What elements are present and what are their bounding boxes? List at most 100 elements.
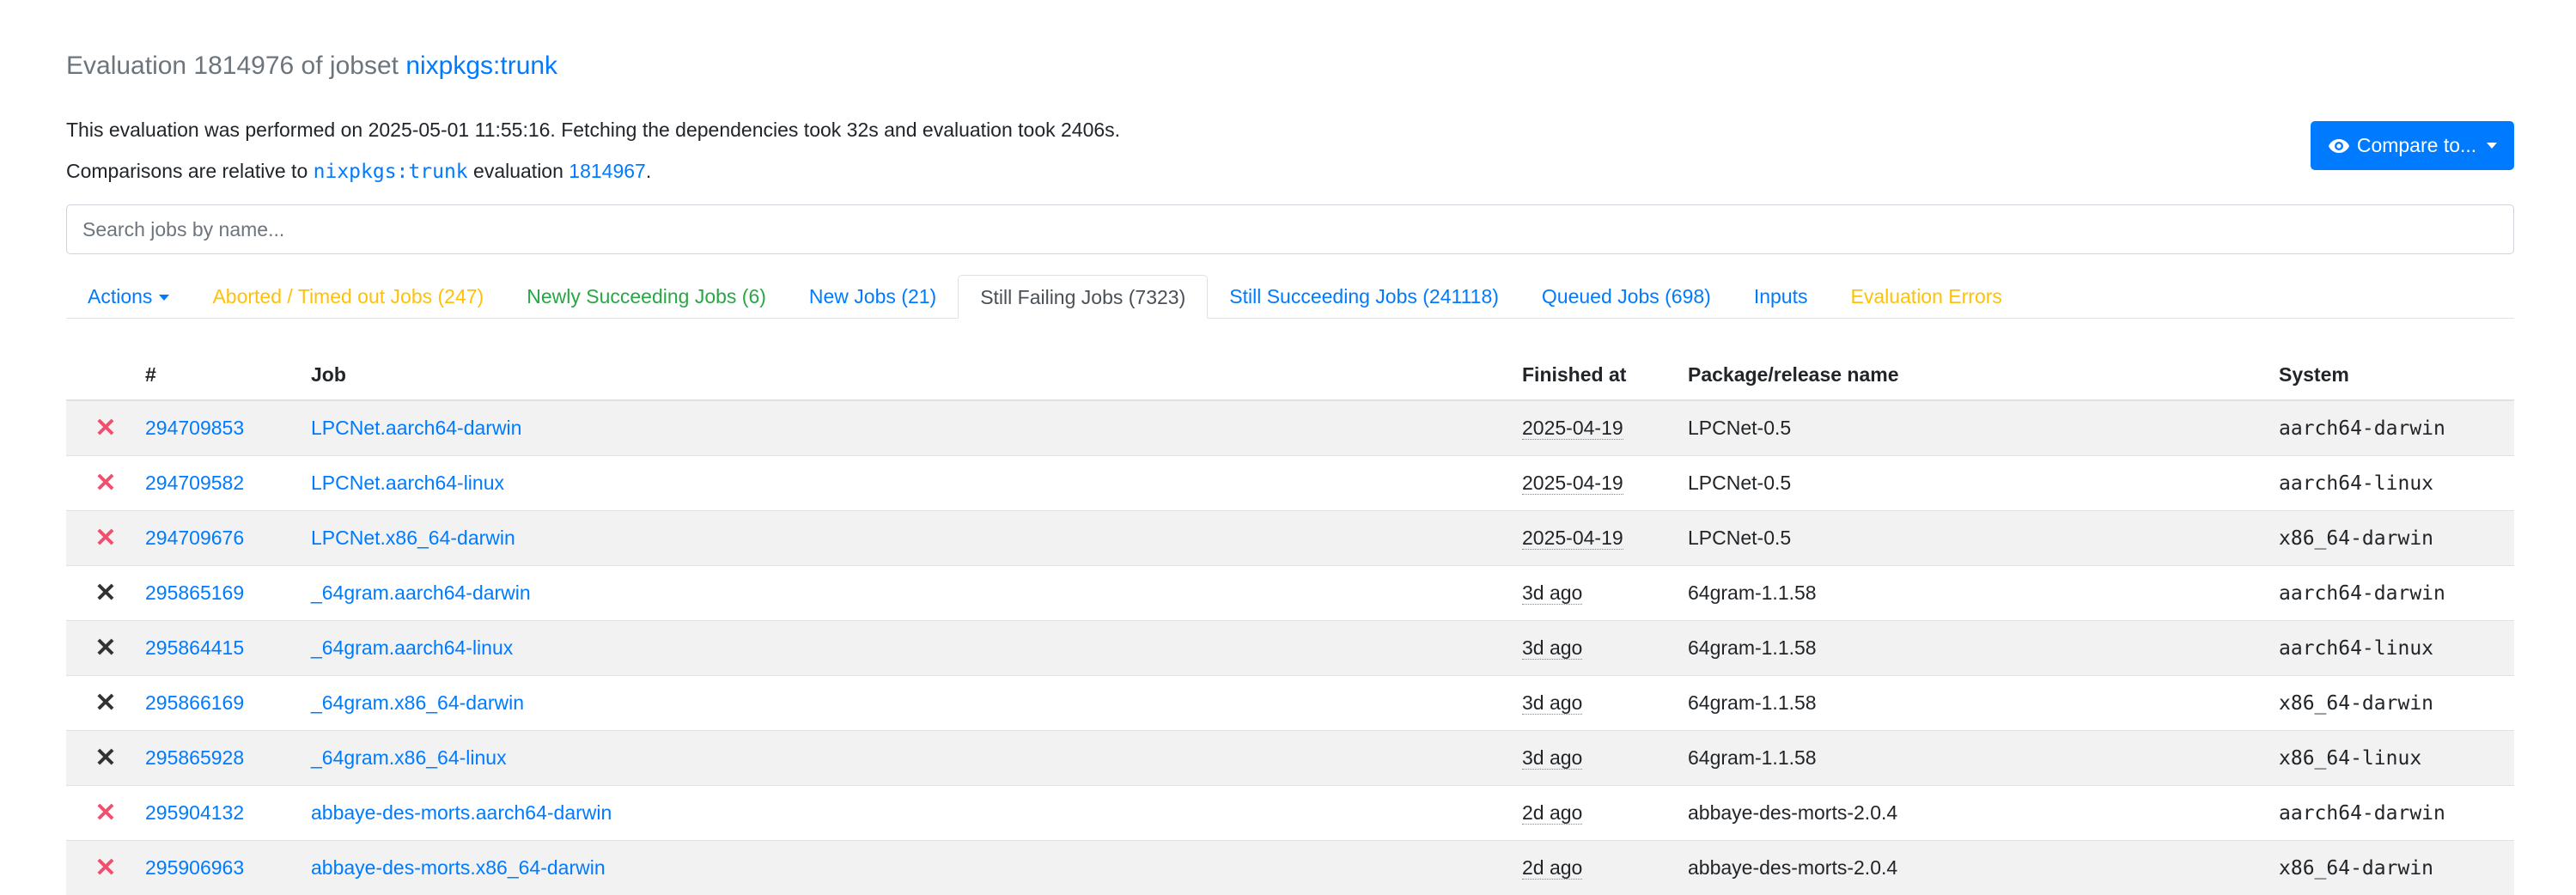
package-cell: LPCNet-0.5 (1688, 400, 2279, 456)
tab-aborted[interactable]: Aborted / Timed out Jobs (247) (191, 275, 505, 318)
finished-at: 3d ago (1522, 746, 1582, 770)
comparison-prefix: Comparisons are relative to (66, 160, 308, 182)
table-row: ✕ 295906963 abbaye-des-morts.x86_64-darwin… (66, 841, 2514, 895)
finished-at: 2025-04-19 (1522, 417, 1623, 440)
failed-icon: ✕ (94, 581, 116, 606)
jobs-table: # Job Finished at Package/release name S… (66, 350, 2514, 895)
system-cell: aarch64-darwin (2279, 400, 2514, 456)
finished-at: 2d ago (1522, 801, 1582, 825)
status-column-header (66, 350, 145, 400)
failed-icon: ✕ (94, 801, 116, 826)
job-link[interactable]: _64gram.aarch64-darwin (311, 581, 531, 604)
status-cell: ✕ (66, 786, 145, 841)
table-header-row: # Job Finished at Package/release name S… (66, 350, 2514, 400)
finished-at: 2025-04-19 (1522, 527, 1623, 550)
status-cell: ✕ (66, 511, 145, 566)
job-cell: _64gram.aarch64-darwin (311, 566, 1522, 621)
page-title: Evaluation 1814976 of jobset nixpkgs:tru… (66, 52, 557, 81)
package-cell: LPCNet-0.5 (1688, 456, 2279, 511)
finished-cell: 2025-04-19 (1522, 400, 1688, 456)
jobset-link[interactable]: nixpkgs:trunk (405, 52, 557, 80)
job-link[interactable]: LPCNet.x86_64-darwin (311, 527, 515, 549)
package-cell: 64gram-1.1.58 (1688, 621, 2279, 676)
build-id-link[interactable]: 295906963 (145, 856, 244, 879)
job-link[interactable]: _64gram.aarch64-linux (311, 636, 513, 659)
job-cell: abbaye-des-morts.aarch64-darwin (311, 786, 1522, 841)
package-cell: 64gram-1.1.58 (1688, 676, 2279, 731)
build-id-link[interactable]: 294709582 (145, 472, 244, 494)
status-cell: ✕ (66, 456, 145, 511)
job-link[interactable]: _64gram.x86_64-linux (311, 746, 507, 769)
build-id-link[interactable]: 295865928 (145, 746, 244, 769)
build-id-cell: 295864415 (145, 621, 311, 676)
finished-at: 2025-04-19 (1522, 472, 1623, 495)
job-cell: _64gram.aarch64-linux (311, 621, 1522, 676)
tab-actions[interactable]: Actions (66, 275, 191, 318)
finished-at: 2d ago (1522, 856, 1582, 880)
system-cell: aarch64-linux (2279, 456, 2514, 511)
finished-cell: 2d ago (1522, 841, 1688, 895)
job-link[interactable]: LPCNet.aarch64-darwin (311, 417, 521, 439)
job-cell: LPCNet.aarch64-darwin (311, 400, 1522, 456)
build-id-link[interactable]: 295864415 (145, 636, 244, 659)
job-cell: LPCNet.aarch64-linux (311, 456, 1522, 511)
table-row: ✕295864415_64gram.aarch64-linux3d ago64g… (66, 621, 2514, 676)
job-column-header: Job (311, 350, 1522, 400)
tab-queued[interactable]: Queued Jobs (698) (1520, 275, 1733, 318)
tab-inputs[interactable]: Inputs (1733, 275, 1830, 318)
comparison-info: Comparisons are relative to nixpkgs:trun… (66, 160, 651, 183)
package-cell: 64gram-1.1.58 (1688, 731, 2279, 786)
build-id-cell: 295865169 (145, 566, 311, 621)
build-id-link[interactable]: 294709676 (145, 527, 244, 549)
tab-still-failing[interactable]: Still Failing Jobs (7323) (958, 275, 1208, 319)
tab-still-succeeding[interactable]: Still Succeeding Jobs (241118) (1208, 275, 1520, 318)
status-cell: ✕ (66, 566, 145, 621)
job-link[interactable]: LPCNet.aarch64-linux (311, 472, 504, 494)
table-row: ✕ 295904132 abbaye-des-morts.aarch64-darwi… (66, 786, 2514, 841)
finished-cell: 2d ago (1522, 786, 1688, 841)
package-column-header: Package/release name (1688, 350, 2279, 400)
build-id-link[interactable]: 295866169 (145, 691, 244, 714)
package-cell: abbaye-des-morts-2.0.4 (1688, 841, 2279, 895)
failed-icon: ✕ (94, 526, 116, 551)
system-cell: x86_64-darwin (2279, 841, 2514, 895)
build-id-link[interactable]: 295904132 (145, 801, 244, 824)
job-link[interactable]: abbaye-des-morts.x86_64-darwin (311, 856, 606, 879)
tab-actions-label: Actions (88, 285, 152, 307)
system-cell: x86_64-darwin (2279, 511, 2514, 566)
job-cell: _64gram.x86_64-linux (311, 731, 1522, 786)
build-id-link[interactable]: 294709853 (145, 417, 244, 439)
id-column-header: # (145, 350, 311, 400)
tab-newly-succeeding[interactable]: Newly Succeeding Jobs (6) (505, 275, 788, 318)
tab-new-jobs[interactable]: New Jobs (21) (788, 275, 958, 318)
job-link[interactable]: abbaye-des-morts.aarch64-darwin (311, 801, 612, 824)
comparison-jobset-link[interactable]: nixpkgs:trunk (314, 161, 468, 183)
failed-icon: ✕ (94, 855, 116, 881)
build-id-link[interactable]: 295865169 (145, 581, 244, 604)
system-cell: aarch64-linux (2279, 621, 2514, 676)
system-cell: aarch64-darwin (2279, 786, 2514, 841)
finished-at: 3d ago (1522, 691, 1582, 715)
eye-icon (2328, 138, 2350, 154)
compare-to-button[interactable]: Compare to... (2311, 121, 2514, 170)
status-cell: ✕ (66, 731, 145, 786)
build-id-cell: 294709676 (145, 511, 311, 566)
system-cell: x86_64-darwin (2279, 676, 2514, 731)
search-input[interactable] (66, 204, 2514, 254)
caret-down-icon (159, 295, 169, 301)
table-row: ✕294709853 LPCNet.aarch64-darwin 2025-04-1… (66, 400, 2514, 456)
build-id-cell: 294709582 (145, 456, 311, 511)
job-cell: _64gram.x86_64-darwin (311, 676, 1522, 731)
tab-evaluation-errors[interactable]: Evaluation Errors (1829, 275, 2023, 318)
finished-cell: 3d ago (1522, 676, 1688, 731)
status-cell: ✕ (66, 841, 145, 895)
failed-icon: ✕ (94, 471, 116, 496)
caret-down-icon (2487, 143, 2497, 149)
failed-icon: ✕ (94, 691, 116, 716)
build-id-cell: 295906963 (145, 841, 311, 895)
job-link[interactable]: _64gram.x86_64-darwin (311, 691, 524, 714)
finished-cell: 3d ago (1522, 621, 1688, 676)
comparison-eval-link[interactable]: 1814967 (569, 160, 646, 182)
tab-bar: Actions Aborted / Timed out Jobs (247) N… (66, 275, 2514, 319)
status-cell: ✕ (66, 400, 145, 456)
